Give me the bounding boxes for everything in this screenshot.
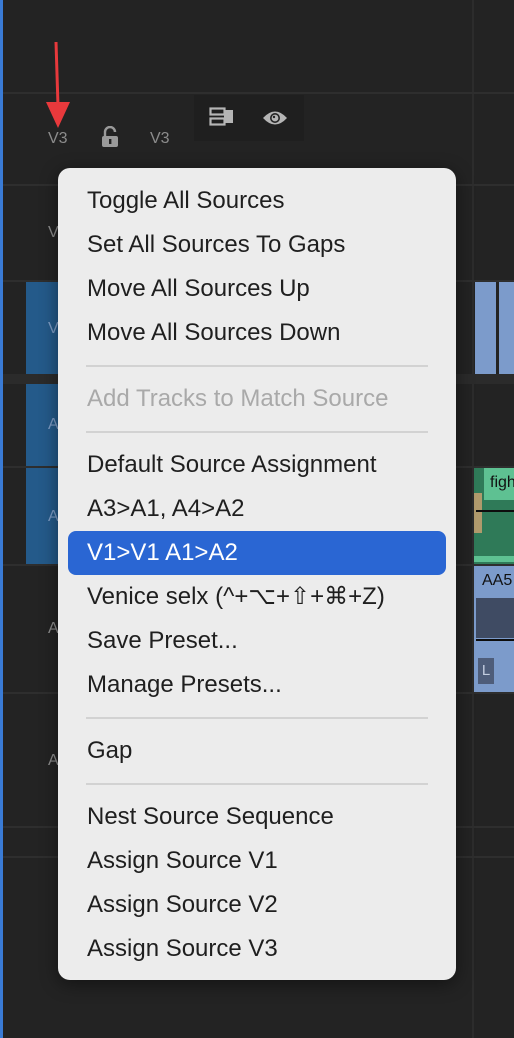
clip-marker <box>474 493 482 533</box>
menu-item-move-all-sources-down[interactable]: Move All Sources Down <box>68 311 446 355</box>
clip-name-aa5: AA5 <box>474 566 514 598</box>
menu-item-toggle-all-sources[interactable]: Toggle All Sources <box>68 179 446 223</box>
channel-badge: L <box>478 658 494 684</box>
volume-rubberband <box>476 639 514 641</box>
menu-item-set-all-sources-to-gaps[interactable]: Set All Sources To Gaps <box>68 223 446 267</box>
menu-item-manage-presets[interactable]: Manage Presets... <box>68 663 446 707</box>
track-divider <box>3 92 514 94</box>
menu-separator <box>86 783 428 785</box>
clip-thumb-area <box>476 598 514 638</box>
source-patch-context-menu: Toggle All Sources Set All Sources To Gap… <box>58 168 456 980</box>
menu-separator <box>86 717 428 719</box>
target-track-v3[interactable]: V3 <box>150 130 170 148</box>
menu-separator <box>86 365 428 367</box>
unlock-icon[interactable] <box>101 125 119 148</box>
source-patch-v3[interactable]: V3 <box>48 130 68 148</box>
menu-item-assign-source-v3[interactable]: Assign Source V3 <box>68 927 446 971</box>
menu-item-assign-source-v1[interactable]: Assign Source V1 <box>68 839 446 883</box>
menu-item-venice-selx-z[interactable]: Venice selx (^+⌥+⇧+⌘+Z) <box>68 575 446 619</box>
menu-separator <box>86 431 428 433</box>
menu-item-assign-source-v2[interactable]: Assign Source V2 <box>68 883 446 927</box>
sync-lock-icon[interactable] <box>209 107 235 127</box>
menu-item-add-tracks-to-match-source: Add Tracks to Match Source <box>87 385 389 412</box>
menu-item-nest-source-sequence[interactable]: Nest Source Sequence <box>68 795 446 839</box>
menu-item-v1-v1-a1-a2[interactable]: V1>V1 A1>A2 <box>68 531 446 575</box>
volume-rubberband <box>476 510 514 512</box>
menu-item-gap[interactable]: Gap <box>68 729 446 773</box>
eye-icon[interactable] <box>262 109 288 127</box>
menu-item-save-preset[interactable]: Save Preset... <box>68 619 446 663</box>
panel-focus-edge <box>0 0 3 1038</box>
menu-item-move-all-sources-up[interactable]: Move All Sources Up <box>68 267 446 311</box>
menu-item-a3-a1-a4-a2[interactable]: A3>A1, A4>A2 <box>68 487 446 531</box>
video-clip[interactable] <box>475 282 496 374</box>
waveform <box>474 556 514 562</box>
clip-name-figh: figh <box>484 468 514 500</box>
menu-item-default-source-assignment[interactable]: Default Source Assignment <box>68 443 446 487</box>
video-clip[interactable] <box>499 282 514 374</box>
annotation-arrow-icon <box>44 40 72 130</box>
